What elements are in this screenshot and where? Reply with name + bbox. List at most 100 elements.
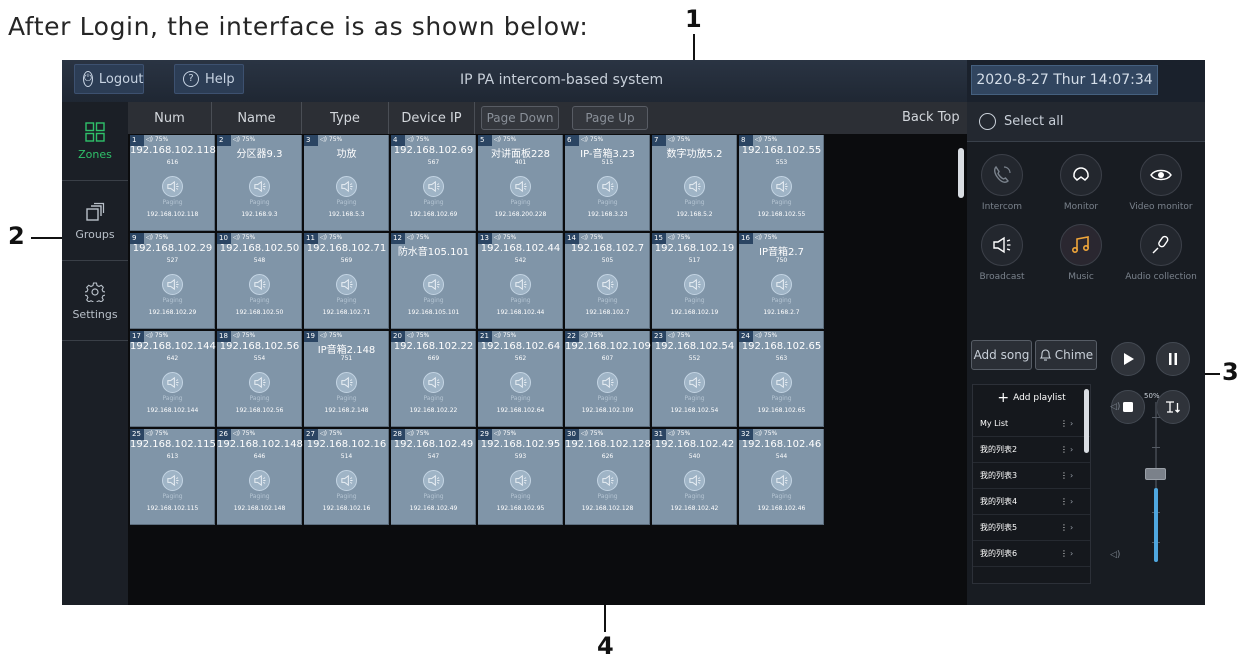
zone-tile[interactable]: 21 ◁) 75% 192.168.102.64 562 Paging 192.168.1…: [478, 331, 563, 427]
column-type[interactable]: Type: [302, 102, 389, 134]
more-icon[interactable]: ⋮: [1060, 471, 1068, 480]
zone-name: IP-音箱3.23: [580, 149, 635, 160]
zone-tile[interactable]: 18 ◁) 75% 192.168.102.56 554 Paging 192.168.1…: [217, 331, 302, 427]
column-num[interactable]: Num: [128, 102, 212, 134]
zone-tile[interactable]: 31 ◁) 75% 192.168.102.42 540 Paging 192.168.1…: [652, 429, 737, 525]
more-icon[interactable]: ⋮: [1060, 445, 1068, 454]
megaphone-icon: [336, 176, 357, 197]
zone-tile[interactable]: 13 ◁) 75% 192.168.102.44 542 Paging 192.168.1…: [478, 233, 563, 329]
intercom-button[interactable]: Intercom: [970, 154, 1034, 218]
zone-name: 192.168.102.118: [130, 145, 216, 156]
back-top-button[interactable]: Back Top: [902, 110, 960, 125]
music-button[interactable]: Music: [1049, 224, 1113, 288]
zone-name: 192.168.102.64: [480, 341, 561, 352]
zone-tile[interactable]: 1 ◁) 75% 192.168.102.118 616 Paging 192.168.1…: [130, 135, 216, 231]
zone-name: 192.168.102.29: [132, 243, 213, 254]
chevron-right-icon[interactable]: ›: [1070, 445, 1073, 454]
more-icon[interactable]: ⋮: [1060, 419, 1068, 428]
bell-icon: [1039, 349, 1052, 361]
zone-ip: 192.168.102.54: [670, 407, 719, 414]
zone-tile[interactable]: 27 ◁) 75% 192.168.102.16 514 Paging 192.168.1…: [304, 429, 389, 525]
zone-tile[interactable]: 19 ◁) 75% IP音箱2.148 751 Paging 192.168.2.148: [304, 331, 389, 427]
more-icon[interactable]: ⋮: [1060, 523, 1068, 532]
zone-tile[interactable]: 15 ◁) 75% 192.168.102.19 517 Paging 192.168.1…: [652, 233, 737, 329]
play-button[interactable]: [1111, 342, 1145, 376]
chevron-right-icon[interactable]: ›: [1070, 497, 1073, 506]
play-mode-button[interactable]: [1156, 390, 1190, 424]
sidebar-item-groups[interactable]: Groups: [62, 182, 128, 261]
volume-slider-thumb[interactable]: [1145, 468, 1166, 480]
zone-tile[interactable]: 2 ◁) 75% 分区器9.3 Paging 192.168.9.3: [217, 135, 302, 231]
megaphone-icon: [162, 274, 183, 295]
headset-icon: [1073, 167, 1089, 181]
zone-tile[interactable]: 5 ◁) 75% 对讲面板228 401 Paging 192.168.200.228: [478, 135, 563, 231]
zone-tile[interactable]: 17 ◁) 75% 192.168.102.144 642 Paging 192.168.…: [130, 331, 216, 427]
zone-tile[interactable]: 22 ◁) 75% 192.168.102.109 607 Paging 192.168.…: [565, 331, 651, 427]
sidebar-item-settings[interactable]: Settings: [62, 262, 128, 341]
zone-tile[interactable]: 29 ◁) 75% 192.168.102.95 593 Paging 192.168.1…: [478, 429, 563, 525]
column-name[interactable]: Name: [212, 102, 302, 134]
zone-tile[interactable]: 30 ◁) 75% 192.168.102.128 626 Paging 192.168.…: [565, 429, 651, 525]
chevron-right-icon[interactable]: ›: [1070, 419, 1073, 428]
zone-tile[interactable]: 9 ◁) 75% 192.168.102.29 527 Paging 192.168.10…: [130, 233, 215, 329]
zone-tile[interactable]: 25 ◁) 75% 192.168.102.115 613 Paging 192.168.…: [130, 429, 216, 525]
broadcast-button[interactable]: Broadcast: [970, 224, 1034, 288]
zone-tile[interactable]: 8 ◁) 75% 192.168.102.55 553 Paging 192.168.10…: [739, 135, 824, 231]
zone-tile[interactable]: 24 ◁) 75% 192.168.102.65 563 Paging 192.168.1…: [739, 331, 824, 427]
zone-name: 功放: [336, 149, 357, 160]
chevron-right-icon[interactable]: ›: [1070, 523, 1073, 532]
zone-status: Paging: [249, 395, 270, 402]
playlist-item[interactable]: My List ⋮ ›: [973, 411, 1090, 437]
add-playlist-button[interactable]: + Add playlist: [973, 385, 1090, 411]
help-button[interactable]: ? Help: [174, 64, 244, 94]
zone-tile[interactable]: 11 ◁) 75% 192.168.102.71 569 Paging 192.168.1…: [304, 233, 389, 329]
megaphone-icon: [423, 470, 444, 491]
chevron-right-icon[interactable]: ›: [1070, 549, 1073, 558]
zone-volume-value: 75%: [763, 136, 778, 143]
zone-tile[interactable]: 28 ◁) 75% 192.168.102.49 547 Paging 192.168.1…: [391, 429, 476, 525]
zone-ip: 192.168.102.115: [146, 505, 199, 512]
chime-button[interactable]: Chime: [1035, 340, 1097, 370]
playlist-item[interactable]: 我的列表2 ⋮ ›: [973, 437, 1090, 463]
more-icon[interactable]: ⋮: [1060, 549, 1068, 558]
zone-tile[interactable]: 10 ◁) 75% 192.168.102.50 548 Paging 192.168.1…: [217, 233, 302, 329]
zone-tile[interactable]: 12 ◁) 75% 防水音105.101 Paging 192.168.105.101: [391, 233, 476, 329]
logout-button[interactable]: ⏻ Logout: [74, 64, 144, 94]
playlist-item[interactable]: 我的列表5 ⋮ ›: [973, 515, 1090, 541]
page-down-button[interactable]: Page Down: [481, 106, 559, 130]
zone-tile[interactable]: 14 ◁) 75% 192.168.102.7 505 Paging 192.168.10…: [565, 233, 650, 329]
audio-collection-button[interactable]: Audio collection: [1125, 224, 1197, 288]
zone-volume-value: 75%: [676, 234, 691, 241]
sidebar-item-zones[interactable]: Zones: [62, 102, 128, 181]
zone-name: 192.168.102.148: [217, 439, 303, 450]
video-monitor-ball: [1140, 154, 1182, 196]
zone-status: Paging: [423, 199, 444, 206]
column-device-ip[interactable]: Device IP: [389, 102, 475, 134]
more-icon[interactable]: ⋮: [1060, 497, 1068, 506]
page-up-button[interactable]: Page Up: [572, 106, 648, 130]
zone-tile[interactable]: 23 ◁) 75% 192.168.102.54 552 Paging 192.168.1…: [652, 331, 737, 427]
zone-tile[interactable]: 32 ◁) 75% 192.168.102.46 544 Paging 192.168.1…: [739, 429, 824, 525]
zone-tile[interactable]: 7 ◁) 75% 数字功放5.2 Paging 192.168.5.2: [652, 135, 737, 231]
add-song-button[interactable]: Add song: [971, 340, 1032, 370]
zone-status: Paging: [684, 395, 705, 402]
video-monitor-button[interactable]: Video monitor: [1129, 154, 1193, 218]
playlist-item[interactable]: 我的列表4 ⋮ ›: [973, 489, 1090, 515]
pause-button[interactable]: [1156, 342, 1190, 376]
playlist-scrollbar[interactable]: [1084, 389, 1089, 453]
eye-icon: [1150, 169, 1172, 181]
playlist-item[interactable]: 我的列表6 ⋮ ›: [973, 541, 1090, 567]
playlist-item[interactable]: 我的列表3 ⋮ ›: [973, 463, 1090, 489]
zone-tile[interactable]: 3 ◁) 75% 功放 Paging 192.168.5.3: [304, 135, 389, 231]
zone-tile[interactable]: 16 ◁) 75% IP音箱2.7 750 Paging 192.168.2.7: [739, 233, 824, 329]
zone-status: Paging: [684, 199, 705, 206]
zone-grid-scrollbar[interactable]: [958, 148, 964, 198]
zone-tile[interactable]: 20 ◁) 75% 192.168.102.22 669 Paging 192.168.1…: [391, 331, 476, 427]
zone-tile[interactable]: 6 ◁) 75% IP-音箱3.23 515 Paging 192.168.3.23: [565, 135, 650, 231]
monitor-button[interactable]: Monitor: [1049, 154, 1113, 218]
zone-tile[interactable]: 4 ◁) 75% 192.168.102.69 567 Paging 192.168.10…: [391, 135, 476, 231]
zone-volume-value: 75%: [502, 136, 517, 143]
select-all-toggle[interactable]: Select all: [967, 102, 1205, 142]
zone-tile[interactable]: 26 ◁) 75% 192.168.102.148 646 Paging 192.168.…: [217, 429, 303, 525]
chevron-right-icon[interactable]: ›: [1070, 471, 1073, 480]
